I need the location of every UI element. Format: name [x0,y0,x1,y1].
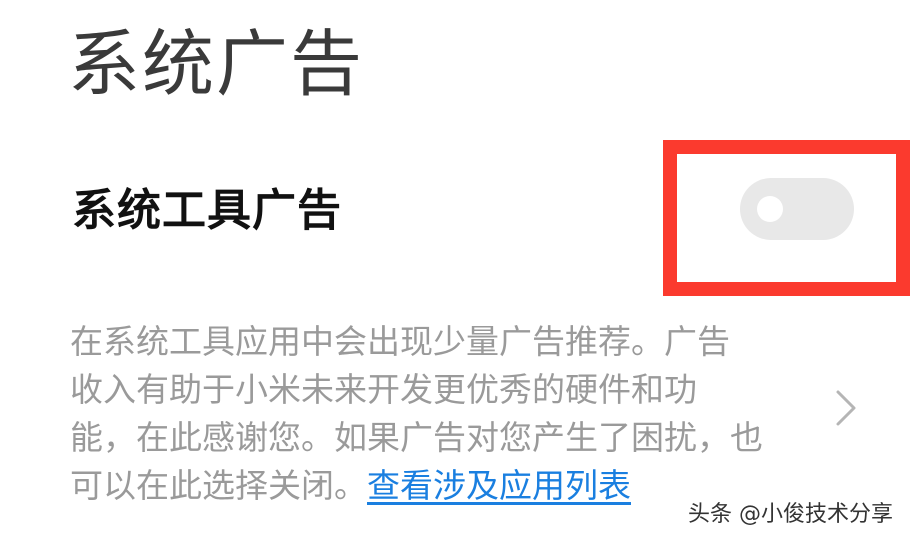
system-tool-ads-toggle[interactable] [740,178,854,240]
watermark: 头条 @小俊技术分享 [688,502,893,527]
settings-page: 系统广告 系统工具广告 在系统工具应用中会出现少量广告推荐。广告 收入有助于小米… [0,0,923,542]
toggle-knob [757,196,783,222]
setting-description: 在系统工具应用中会出现少量广告推荐。广告 收入有助于小米未来开发更优秀的硬件和功… [70,318,770,510]
description-line-3: 能，在此感谢您。如果广告对您产生了困扰，也 [70,418,763,457]
description-line-4-text: 可以在此选择关闭。 [70,466,367,505]
description-line-2: 收入有助于小米未来开发更优秀的硬件和功 [70,370,697,409]
description-line-1: 在系统工具应用中会出现少量广告推荐。广告 [70,322,730,361]
description-line-4: 可以在此选择关闭。查看涉及应用列表 [70,462,770,510]
chevron-right-icon[interactable] [828,386,862,430]
setting-label-system-tool-ads: 系统工具广告 [72,185,342,236]
page-title: 系统广告 [68,22,365,106]
view-app-list-link[interactable]: 查看涉及应用列表 [367,466,631,505]
